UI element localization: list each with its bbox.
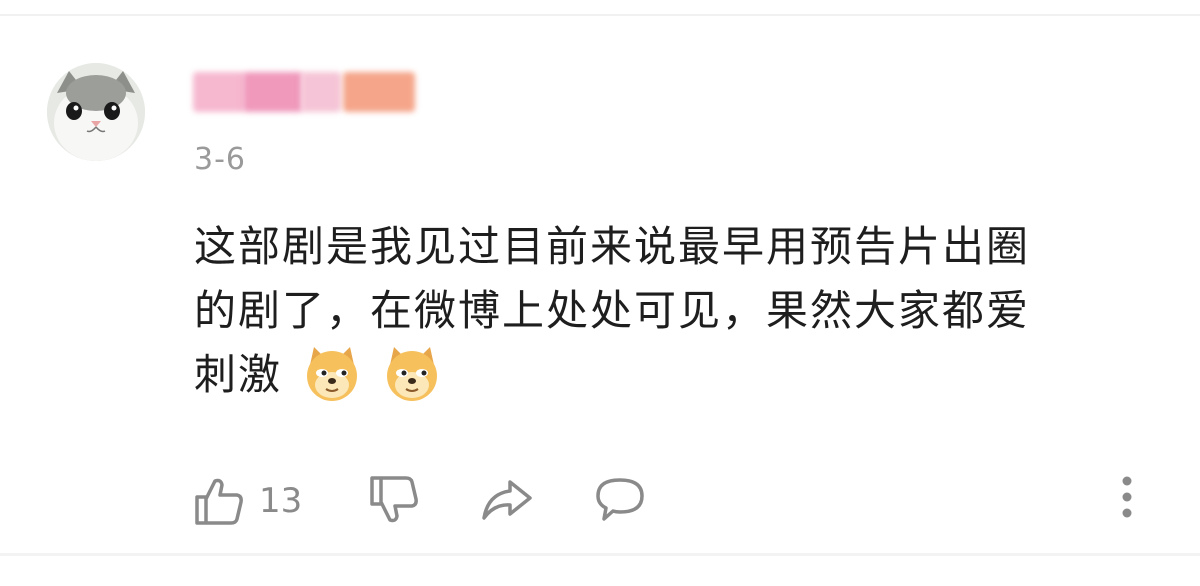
doge-emoji	[302, 343, 362, 403]
cat-avatar-image	[47, 63, 145, 161]
avatar[interactable]	[47, 63, 145, 161]
reply-button[interactable]	[594, 476, 646, 524]
bottom-divider	[0, 553, 1200, 556]
like-count: 13	[259, 481, 303, 521]
comment-line-last: 刺激	[194, 343, 1154, 407]
comment-actions-bar: 13	[0, 460, 1200, 540]
thumbs-down-icon	[370, 476, 418, 523]
share-icon	[482, 480, 532, 520]
share-button[interactable]	[480, 476, 534, 524]
thumbs-up-icon	[195, 478, 243, 525]
comment-date: 3-6	[194, 142, 246, 177]
like-button[interactable]: 13	[193, 475, 302, 527]
dislike-button[interactable]	[368, 474, 420, 526]
more-options-button[interactable]	[1118, 474, 1136, 520]
comment-line: 的剧了，在微博上处处可见，果然大家都爱	[194, 286, 1031, 335]
comment-line: 这部剧是我见过目前来说最早用预告片出圈	[194, 222, 1031, 271]
more-options-icon	[1122, 476, 1132, 518]
comment-text: 这部剧是我见过目前来说最早用预告片出圈 的剧了，在微博上处处可见，果然大家都爱 …	[194, 215, 1154, 407]
comment-line-text: 刺激	[194, 350, 283, 399]
username-redacted[interactable]	[193, 72, 415, 112]
top-divider	[0, 14, 1200, 16]
reply-icon	[596, 478, 644, 521]
doge-emoji	[382, 343, 442, 403]
